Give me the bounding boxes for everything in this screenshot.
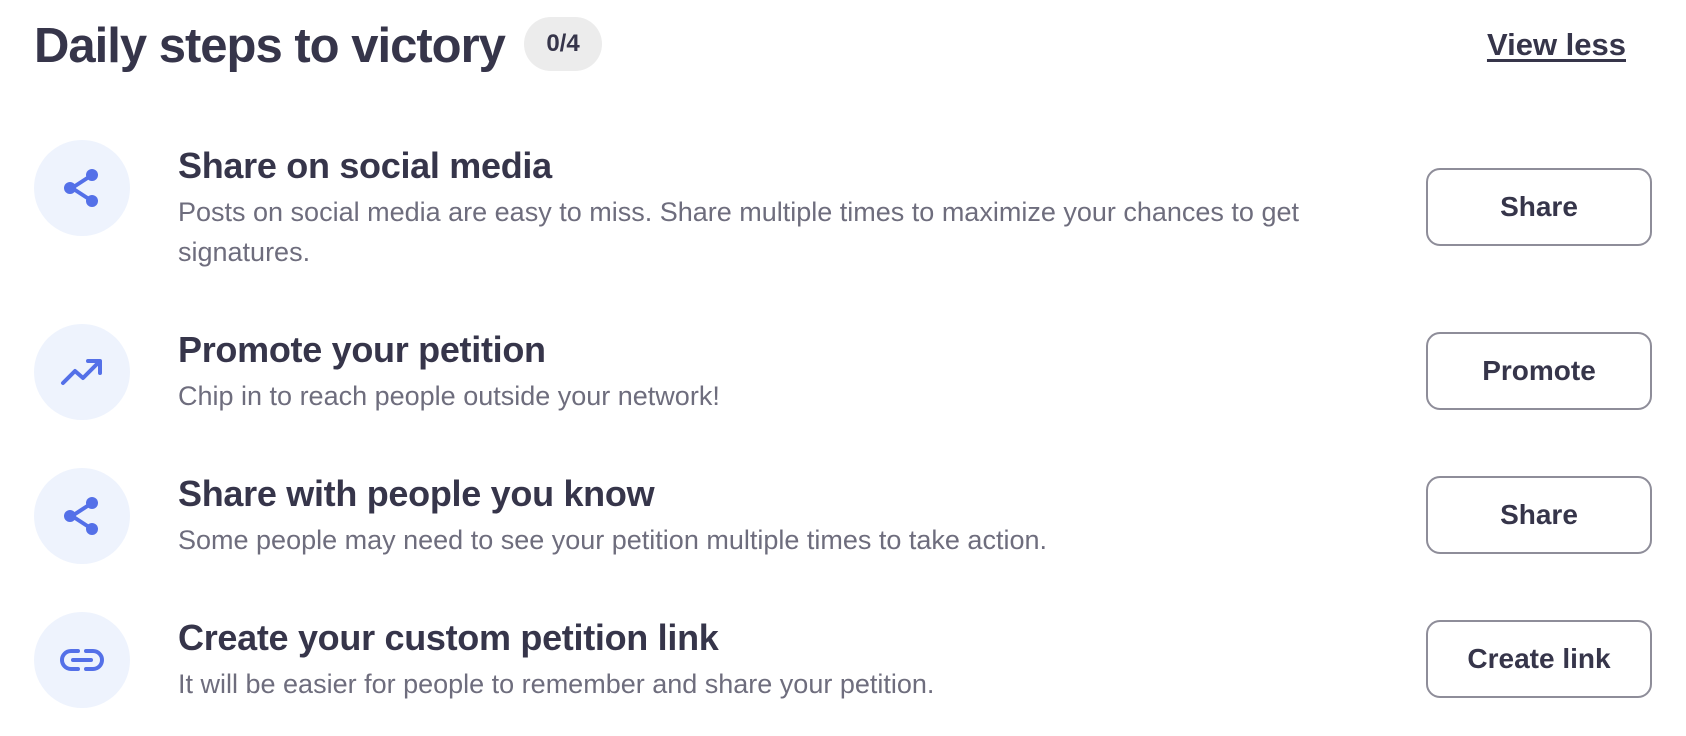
step-share-social: Share on social media Posts on social me… bbox=[34, 140, 1652, 280]
step-text: Share with people you know Some people m… bbox=[178, 472, 1378, 560]
step-title: Share with people you know bbox=[178, 473, 655, 514]
step-text: Share on social media Posts on social me… bbox=[178, 144, 1378, 272]
step-promote-petition: Promote your petition Chip in to reach p… bbox=[34, 324, 1652, 424]
step-description: Chip in to reach people outside your net… bbox=[178, 381, 720, 411]
step-description: It will be easier for people to remember… bbox=[178, 669, 935, 699]
step-title: Share on social media bbox=[178, 145, 552, 186]
step-share-people: Share with people you know Some people m… bbox=[34, 468, 1652, 568]
step-text: Promote your petition Chip in to reach p… bbox=[178, 328, 1378, 416]
trending-up-icon-circle bbox=[34, 324, 130, 420]
link-icon-circle bbox=[34, 612, 130, 708]
share-social-button[interactable]: Share bbox=[1426, 168, 1652, 246]
step-title: Create your custom petition link bbox=[178, 617, 719, 658]
progress-badge: 0/4 bbox=[524, 17, 602, 71]
share-icon bbox=[62, 167, 102, 209]
share-icon bbox=[62, 495, 102, 537]
create-link-button[interactable]: Create link bbox=[1426, 620, 1652, 698]
share-icon-circle bbox=[34, 468, 130, 564]
share-people-button[interactable]: Share bbox=[1426, 476, 1652, 554]
page-title: Daily steps to victory bbox=[34, 19, 506, 73]
steps-header: Daily steps to victory 0/4 View less bbox=[34, 14, 1626, 78]
share-icon-circle bbox=[34, 140, 130, 236]
link-icon bbox=[60, 647, 104, 673]
step-text: Create your custom petition link It will… bbox=[178, 616, 1378, 704]
step-description: Posts on social media are easy to miss. … bbox=[178, 197, 1299, 267]
promote-button[interactable]: Promote bbox=[1426, 332, 1652, 410]
step-title: Promote your petition bbox=[178, 329, 546, 370]
step-description: Some people may need to see your petitio… bbox=[178, 525, 1047, 555]
trending-up-icon bbox=[60, 357, 104, 387]
step-custom-link: Create your custom petition link It will… bbox=[34, 612, 1652, 712]
view-less-link[interactable]: View less bbox=[1487, 26, 1626, 64]
